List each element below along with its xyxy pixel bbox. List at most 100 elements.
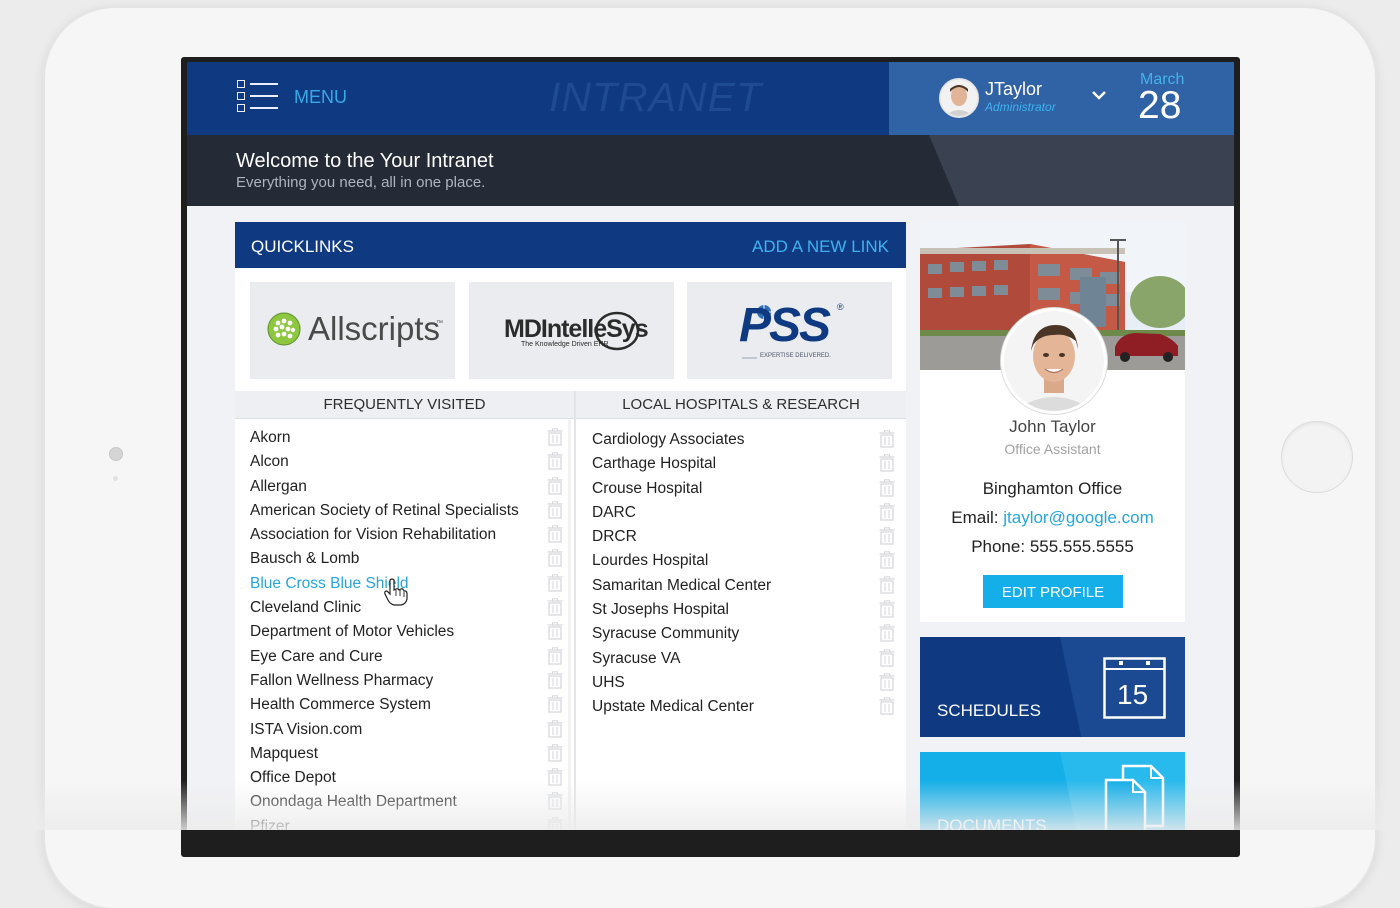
trash-icon[interactable] xyxy=(547,695,563,713)
chevron-down-icon[interactable] xyxy=(1092,88,1106,102)
profile-avatar[interactable] xyxy=(1001,308,1107,414)
profile-email-row: Email: jtaylor@google.com xyxy=(920,508,1185,528)
trash-icon[interactable] xyxy=(547,501,563,519)
list-item[interactable]: Upstate Medical Center xyxy=(592,696,897,720)
list-item[interactable]: Akorn xyxy=(250,427,565,451)
trash-icon[interactable] xyxy=(547,428,563,446)
list-item[interactable]: Onondaga Health Department xyxy=(250,791,565,815)
list-item[interactable]: UHS xyxy=(592,672,897,696)
list-item[interactable]: Association for Vision Rehabilitation xyxy=(250,524,565,548)
quicklink-pss[interactable]: PSS ® EXPERTISE DELIVERED. xyxy=(687,282,892,379)
phone-label: Phone: xyxy=(971,537,1026,556)
list-item-label: Cleveland Clinic xyxy=(250,599,362,617)
schedules-label: SCHEDULES xyxy=(937,701,1041,720)
list-item-label: St Josephs Hospital xyxy=(592,601,729,619)
calendar-number: 15 xyxy=(1117,679,1149,710)
trash-icon[interactable] xyxy=(547,476,563,495)
list-item-label: Onondaga Health Department xyxy=(250,793,457,811)
schedules-tile[interactable]: 15 SCHEDULES xyxy=(920,637,1185,737)
trash-icon[interactable] xyxy=(547,549,563,568)
profile-role: Office Assistant xyxy=(1004,441,1101,457)
trash-icon[interactable] xyxy=(879,454,895,472)
trash-icon[interactable] xyxy=(547,622,563,640)
quicklink-allscripts[interactable]: Allscripts ™ xyxy=(250,282,455,379)
local-hospitals-list: Cardiology Associates Carthage Hospital Cr… xyxy=(592,429,897,721)
profile-office: Binghamton Office xyxy=(982,479,1123,498)
list-item[interactable]: Eye Care and Cure xyxy=(250,646,565,670)
trash-icon[interactable] xyxy=(879,551,895,570)
trash-icon[interactable] xyxy=(879,478,895,497)
trash-icon[interactable] xyxy=(879,430,895,448)
screen: MENU INTRANET JTaylor Administrator Marc… xyxy=(187,62,1234,830)
list-item-label: UHS xyxy=(592,673,625,691)
list-item[interactable]: Syracuse VA xyxy=(592,648,897,672)
list-item[interactable]: Syracuse Community xyxy=(592,623,897,647)
list-item[interactable]: St Josephs Hospital xyxy=(592,599,897,623)
list-item[interactable]: Crouse Hospital xyxy=(592,478,897,502)
add-new-link-button[interactable]: ADD A NEW LINK xyxy=(752,237,889,257)
list-item[interactable]: DRCR xyxy=(592,526,897,550)
list-item[interactable]: Bausch & Lomb xyxy=(250,548,565,572)
mdintellesys-tagline: The Knowledge Driven EHR xyxy=(521,341,609,348)
user-avatar[interactable] xyxy=(939,78,979,118)
trash-icon[interactable] xyxy=(547,744,563,762)
trash-icon[interactable] xyxy=(547,525,563,543)
list-item[interactable]: DARC xyxy=(592,502,897,526)
trash-icon[interactable] xyxy=(879,527,895,545)
list-item[interactable]: Alcon xyxy=(250,451,565,475)
trash-icon[interactable] xyxy=(547,792,563,811)
list-item[interactable]: Fallon Wellness Pharmacy xyxy=(250,670,565,694)
trash-icon[interactable] xyxy=(879,624,895,642)
list-item[interactable]: Cardiology Associates xyxy=(592,429,897,453)
sensor-dot xyxy=(113,476,118,481)
trash-icon[interactable] xyxy=(547,574,563,592)
trash-icon[interactable] xyxy=(879,600,895,618)
frequently-visited-scrollbar[interactable] xyxy=(568,420,571,830)
list-item-label: Mapquest xyxy=(250,744,319,762)
list-item[interactable]: Mapquest xyxy=(250,743,565,767)
list-item-label: Bausch & Lomb xyxy=(250,550,360,568)
trash-icon[interactable] xyxy=(547,817,563,830)
quicklink-mdintellesys[interactable]: MDIntelleSys The Knowledge Driven EHR xyxy=(469,282,674,379)
trash-icon[interactable] xyxy=(879,503,895,521)
list-item-label: Alcon xyxy=(250,453,289,471)
trash-icon[interactable] xyxy=(547,452,563,470)
user-name[interactable]: JTaylor xyxy=(985,79,1042,100)
list-item[interactable]: Samaritan Medical Center xyxy=(592,575,897,599)
frequently-visited-heading: FREQUENTLY VISITED xyxy=(235,391,574,419)
email-link[interactable]: jtaylor@google.com xyxy=(1003,508,1154,527)
home-button[interactable] xyxy=(1281,421,1353,493)
list-item[interactable]: Allergan xyxy=(250,476,565,500)
trash-icon[interactable] xyxy=(547,646,563,665)
trash-icon[interactable] xyxy=(879,673,895,691)
trash-icon[interactable] xyxy=(879,576,895,594)
menu-icon[interactable] xyxy=(237,80,279,114)
trash-icon[interactable] xyxy=(879,648,895,667)
list-item[interactable]: Carthage Hospital xyxy=(592,453,897,477)
trash-icon[interactable] xyxy=(547,719,563,738)
list-item-label: Eye Care and Cure xyxy=(250,647,383,665)
trash-icon[interactable] xyxy=(547,671,563,689)
list-item[interactable]: Office Depot xyxy=(250,767,565,791)
welcome-title: Welcome to the Your Intranet xyxy=(236,150,494,172)
list-item-label: Health Commerce System xyxy=(250,696,431,714)
list-item[interactable]: ISTA Vision.com xyxy=(250,719,565,743)
list-item[interactable]: Health Commerce System xyxy=(250,694,565,718)
local-hospitals-heading: LOCAL HOSPITALS & RESEARCH xyxy=(576,391,906,419)
pss-logo-text: PSS xyxy=(739,299,831,352)
edit-profile-button[interactable]: EDIT PROFILE xyxy=(983,575,1123,608)
welcome-band-accent xyxy=(929,135,1234,206)
list-item[interactable]: Department of Motor Vehicles xyxy=(250,621,565,645)
trash-icon[interactable] xyxy=(547,768,563,786)
documents-tile[interactable]: DOCUMENTS xyxy=(920,752,1185,830)
trash-icon[interactable] xyxy=(879,697,895,715)
list-item[interactable]: Pfizer xyxy=(250,816,565,830)
mdintellesys-logo-text: MDIntelleSys xyxy=(504,315,649,343)
list-item[interactable]: Lourdes Hospital xyxy=(592,550,897,574)
list-item-label: DARC xyxy=(592,503,636,521)
pss-tagline: EXPERTISE DELIVERED. xyxy=(760,353,831,359)
list-item[interactable]: American Society of Retinal Specialists xyxy=(250,500,565,524)
menu-button[interactable]: MENU xyxy=(294,87,347,108)
list-item-label: Cardiology Associates xyxy=(592,431,745,448)
trash-icon[interactable] xyxy=(547,598,563,616)
